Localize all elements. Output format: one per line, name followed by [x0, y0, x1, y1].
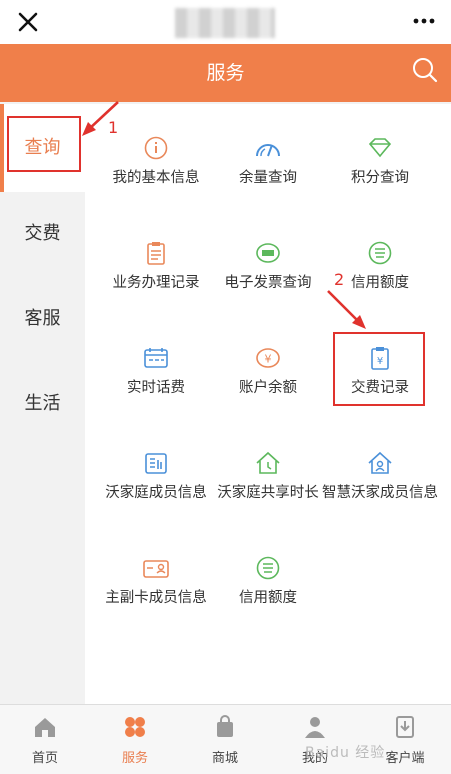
sidebar-item-label: 交费: [24, 223, 61, 244]
gauge-icon: [256, 144, 280, 157]
sidebar-item-service[interactable]: 客服: [0, 289, 85, 349]
grid-item-label: 沃家庭共享时长: [217, 485, 319, 501]
tab-label: 首页: [31, 751, 58, 766]
invoice-icon: [256, 243, 280, 263]
grid-item-e-invoice-query[interactable]: 电子发票查询: [207, 209, 329, 314]
home-icon: [35, 718, 55, 737]
more-icon[interactable]: [411, 8, 437, 34]
grid-item-label: 业务办理记录: [112, 275, 200, 291]
tab-mall[interactable]: 商城: [180, 705, 270, 774]
baidu-watermark: Baidu 经验: [305, 722, 445, 768]
grid-item-label: 智慧沃家成员信息: [322, 485, 438, 501]
annotation-number-1: 1: [108, 118, 119, 137]
grid-item-label: 余量查询: [239, 170, 297, 186]
watermark-text: Baidu 经验: [305, 745, 386, 761]
sidebar-item-label: 生活: [24, 393, 61, 414]
diamond-icon: [368, 138, 392, 158]
grid-item-credit-limit-2[interactable]: 信用额度: [207, 524, 329, 629]
active-indicator: [0, 104, 4, 192]
grid-item-label: 账户余额: [239, 380, 297, 396]
shopping-bag-icon: [217, 715, 233, 737]
smart-home-icon: [368, 451, 392, 474]
service-grid-icon: [125, 717, 145, 737]
tab-home[interactable]: 首页: [0, 705, 90, 774]
annotation-box-2: [333, 332, 425, 406]
yen-icon: ¥: [256, 348, 280, 368]
annotation-number-2: 2: [334, 270, 345, 289]
home-clock-icon: [256, 451, 280, 474]
clipboard-icon: [147, 242, 165, 265]
grid-item-wo-family-members[interactable]: 沃家庭成员信息: [95, 419, 217, 524]
annotation-box-1: [7, 116, 81, 172]
grid-item-label: 电子发票查询: [224, 275, 312, 291]
grid-item-business-records[interactable]: 业务办理记录: [95, 209, 217, 314]
sidebar-item-label: 客服: [24, 308, 61, 329]
info-icon: [144, 136, 168, 160]
sidebar: 查询 交费 客服 生活: [0, 104, 85, 704]
grid-item-label: 实时话费: [127, 380, 185, 396]
grid-item-label: 信用额度: [239, 590, 297, 606]
tab-service[interactable]: 服务: [90, 705, 180, 774]
page-title: 服务: [206, 62, 245, 84]
grid-item-label: 积分查询: [351, 170, 409, 186]
grid-item-points-query[interactable]: 积分查询: [319, 104, 441, 209]
sidebar-item-life[interactable]: 生活: [0, 374, 85, 434]
tab-label: 服务: [121, 751, 148, 766]
grid-item-account-balance[interactable]: ¥ 账户余额: [207, 314, 329, 419]
credit-icon: [368, 241, 392, 265]
page-header: 服务: [0, 44, 451, 102]
tab-label: 商城: [211, 751, 238, 766]
grid-item-label: 我的基本信息: [112, 170, 200, 186]
card-icon: [143, 560, 169, 578]
grid-item-primary-secondary-card[interactable]: 主副卡成员信息: [95, 524, 217, 629]
sidebar-item-payment[interactable]: 交费: [0, 204, 85, 264]
family-list-icon: [145, 453, 167, 474]
credit-icon: [256, 556, 280, 580]
calendar-icon: [144, 348, 168, 368]
grid-item-label: 沃家庭成员信息: [105, 485, 207, 501]
svg-text:¥: ¥: [265, 353, 272, 366]
blurred-title: [175, 8, 275, 38]
search-icon[interactable]: [411, 56, 439, 84]
annotation-arrow-2: [327, 290, 366, 329]
grid-item-balance-query[interactable]: 余量查询: [207, 104, 329, 209]
grid-item-label: 主副卡成员信息: [105, 590, 207, 606]
grid-item-wo-family-shared-time[interactable]: 沃家庭共享时长: [207, 419, 329, 524]
grid-item-realtime-charges[interactable]: 实时话费: [95, 314, 217, 419]
close-icon[interactable]: [14, 8, 42, 36]
grid-item-smart-home-members[interactable]: 智慧沃家成员信息: [319, 419, 441, 524]
top-bar: [0, 0, 451, 45]
